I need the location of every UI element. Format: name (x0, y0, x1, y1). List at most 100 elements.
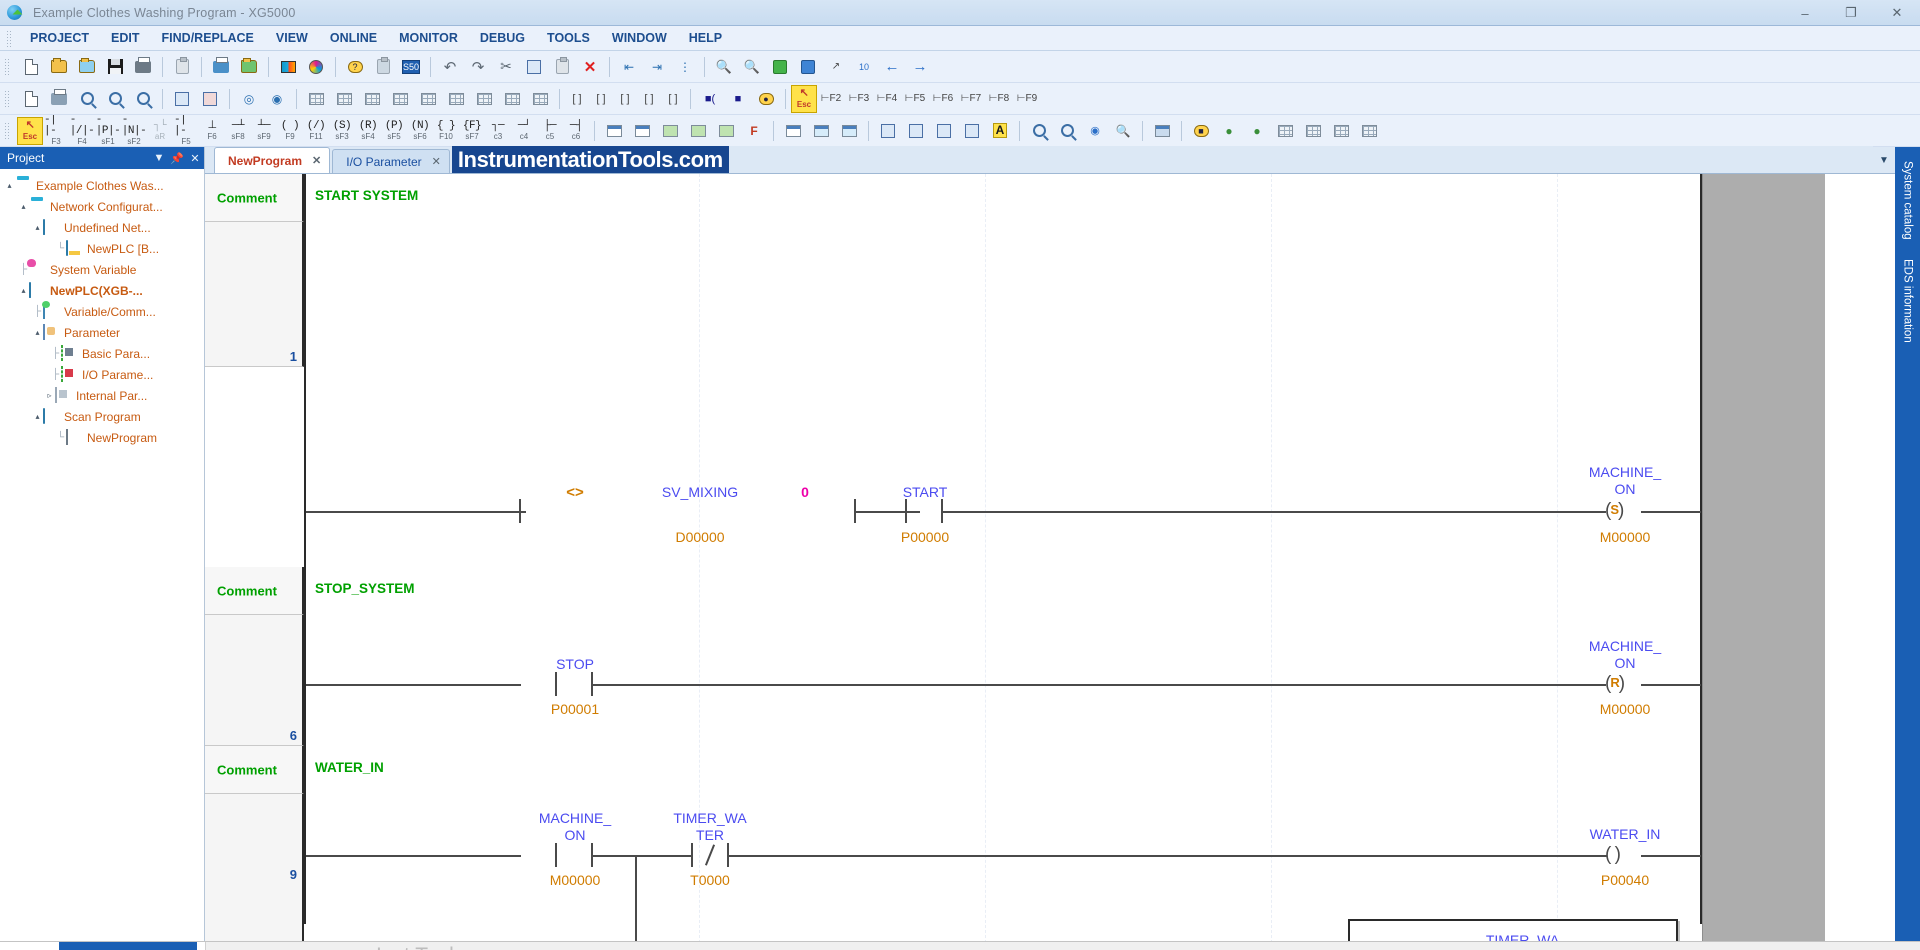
toolbar-grip-icon[interactable] (4, 90, 11, 107)
chevron-down-icon[interactable]: ▼ (1873, 155, 1895, 166)
ladder-f3-icon[interactable]: ⊢F3 (846, 86, 872, 112)
bottom-tab-view-history[interactable]: View Hi... (58, 942, 128, 950)
ladder-tool-coil[interactable]: ( ) F9 (277, 117, 303, 145)
ladder-f5-icon[interactable]: ⊢F5 (902, 86, 928, 112)
compare-1-icon[interactable] (1300, 118, 1326, 144)
bottom-tab-view-p2p[interactable]: View P2P (127, 942, 197, 950)
ladder-tool-branch-down[interactable]: ─┴ sF8 (225, 117, 251, 145)
bookmark-prev-icon[interactable] (903, 118, 929, 144)
rung1-coil-address[interactable]: M00000 (1560, 529, 1690, 545)
rung3-timer-name-line1[interactable]: TIMER_WA (1455, 932, 1590, 941)
device-monitor-icon[interactable] (303, 86, 329, 112)
zoom-reset-icon[interactable]: ◉ (1082, 118, 1108, 144)
rung2-coil-name-line1[interactable]: MACHINE_ (1560, 638, 1690, 655)
menu-project[interactable]: PROJECT (19, 28, 100, 48)
rung1-compare-variable-address[interactable]: D00000 (635, 529, 765, 545)
write-plc-icon[interactable] (46, 86, 72, 112)
expander-icon[interactable]: ▴ (32, 223, 43, 232)
rung2-contact-name[interactable]: STOP (510, 656, 640, 672)
ladder-tool-function[interactable]: { } F10 (433, 117, 459, 145)
expander-icon[interactable]: ▴ (4, 181, 15, 190)
rung2-coil-name-line2[interactable]: ON (1560, 655, 1690, 672)
ladder-canvas[interactable]: Comment START SYSTEM 1 <> SV_MIXING D000… (205, 174, 1895, 941)
ladder-f4-icon[interactable]: ⊢F4 (874, 86, 900, 112)
monitor-start-icon[interactable]: ◎ (236, 86, 262, 112)
menu-grip-icon[interactable] (6, 29, 13, 47)
menu-find-replace[interactable]: FIND/REPLACE (151, 28, 265, 48)
find-next-icon[interactable]: 🔍 (739, 54, 765, 80)
rung-number-gutter[interactable]: 1 (205, 222, 304, 367)
rung3-coil-water-in[interactable]: ( ) (1605, 844, 1621, 866)
delete-icon[interactable]: ✕ (577, 54, 603, 80)
menu-view[interactable]: VIEW (265, 28, 319, 48)
bit-monitor-icon[interactable]: ■( (697, 86, 723, 112)
ladder-f7-icon[interactable]: ⊢F7 (958, 86, 984, 112)
ladder-tool-negative-transition[interactable]: -|N|- sF2 (121, 115, 147, 146)
expander-icon[interactable]: ▹ (44, 391, 55, 400)
ladder-tool-corner-3[interactable]: ├─ c5 (537, 117, 563, 145)
contact-shortcut-3-icon[interactable]: [ ] (614, 86, 636, 112)
tree-item-scan-program[interactable]: ▴ Scan Program (0, 406, 204, 427)
menu-edit[interactable]: EDIT (100, 28, 150, 48)
help-bubble-icon[interactable]: ? (342, 54, 368, 80)
connect-icon[interactable] (169, 86, 195, 112)
rung2-contact-stop[interactable] (555, 672, 593, 696)
view-mnemonic-icon[interactable] (629, 118, 655, 144)
grid-toggle-icon[interactable] (836, 118, 862, 144)
chevron-down-icon[interactable]: ▼ (150, 152, 168, 164)
output-comment-icon[interactable] (808, 118, 834, 144)
data-trace-icon[interactable] (387, 86, 413, 112)
ladder-tool-function-block[interactable]: {F} sF7 (459, 117, 485, 145)
contact-shortcut-5-icon[interactable]: [ ] (662, 86, 684, 112)
rung2-contact-address[interactable]: P00001 (510, 701, 640, 717)
trend-monitor-icon[interactable] (359, 86, 385, 112)
close-icon[interactable]: ✕ (432, 155, 441, 168)
ladder-tool-corner-4[interactable]: ─┤ c6 (563, 117, 589, 145)
ladder-f2-icon[interactable]: ⊢F2 (818, 86, 844, 112)
tab-io-parameter[interactable]: I/O Parameter ✕ (332, 149, 450, 173)
rung-comment-text[interactable]: WATER_IN (315, 760, 384, 775)
redo-icon[interactable]: ↷ (465, 54, 491, 80)
ladder-tool-contact-nc[interactable]: -|/|- F4 (69, 115, 95, 146)
library-icon[interactable]: ■ (1188, 118, 1214, 144)
clipboard-icon[interactable] (169, 54, 195, 80)
rung3-coil-name[interactable]: WATER_IN (1560, 826, 1690, 842)
plc-error-icon[interactable] (471, 86, 497, 112)
view-device-icon[interactable] (685, 118, 711, 144)
rung1-compare-value[interactable]: 0 (775, 484, 835, 500)
close-button[interactable]: ✕ (1874, 0, 1920, 26)
dock-tab-eds-information[interactable]: EDS information (1897, 250, 1918, 351)
minimize-button[interactable]: – (1782, 0, 1828, 26)
pause-icon[interactable] (130, 86, 156, 112)
step-counter-icon[interactable]: 10 (851, 54, 877, 80)
ladder-tool-coil-inverted[interactable]: (/) F11 (303, 117, 329, 145)
open-project-icon[interactable] (46, 54, 72, 80)
tree-item-newplc-base[interactable]: └ NewPLC [B... (0, 238, 204, 259)
rung1-coil-name-line2[interactable]: ON (1560, 481, 1690, 498)
ladder-tool-contact-no[interactable]: -| |- F3 (43, 115, 69, 146)
plc-history-icon[interactable] (443, 86, 469, 112)
view-variable-icon[interactable] (657, 118, 683, 144)
bookmark-toggle-icon[interactable] (875, 118, 901, 144)
monitor-pause-icon[interactable]: ◉ (264, 86, 290, 112)
toolbar-grip-icon[interactable] (4, 58, 11, 75)
new-file-icon[interactable] (18, 54, 44, 80)
tab-newprogram[interactable]: NewProgram ✕ (214, 147, 331, 173)
word-monitor-icon[interactable]: ■ (725, 86, 751, 112)
bookmark-next-icon[interactable] (795, 54, 821, 80)
nav-back-icon[interactable]: ← (879, 54, 905, 80)
special-module-icon[interactable] (331, 86, 357, 112)
menu-monitor[interactable]: MONITOR (388, 28, 469, 48)
rung3-contact-machine-on[interactable] (555, 843, 593, 867)
expander-icon[interactable]: ▴ (18, 286, 29, 295)
tree-item-newplc-xgb[interactable]: ▴ NewPLC(XGB-... (0, 280, 204, 301)
stop-icon[interactable] (102, 86, 128, 112)
resize-grip[interactable] (1894, 942, 1920, 950)
expander-icon[interactable]: ▴ (18, 202, 29, 211)
rung1-coil-name-line1[interactable]: MACHINE_ (1560, 464, 1690, 481)
ladder-tool-coil-positive[interactable]: (P) sF5 (381, 117, 407, 145)
tree-item-internal-parameter[interactable]: ▹ Internal Par... (0, 385, 204, 406)
plc-info-icon[interactable] (499, 86, 525, 112)
rung1-contact-address[interactable]: P00000 (860, 529, 990, 545)
tree-item-undefined-network[interactable]: ▴ Undefined Net... (0, 217, 204, 238)
